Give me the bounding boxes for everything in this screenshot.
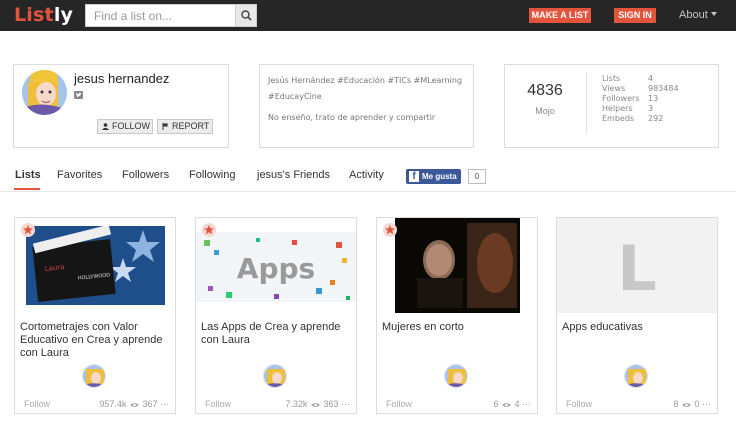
active-tab-indicator — [14, 188, 40, 190]
chevron-down-icon — [710, 12, 717, 16]
facebook-like-button[interactable]: f Me gusta — [406, 169, 461, 184]
profile-card: jesus hernandez FOLLOW REPORT — [13, 64, 229, 148]
stat-row: Helpers 3 — [602, 104, 654, 113]
featured-star-icon — [383, 223, 397, 237]
list-card[interactable]: Apps Las Apps de Crea y aprende con Laur… — [195, 217, 357, 414]
user-icon — [102, 123, 109, 130]
card-avatar[interactable] — [624, 364, 648, 388]
card-title[interactable]: Apps educativas — [562, 321, 712, 334]
stats-list: Lists 4 Views 983484 Followers 13 Helpers 3 … — [602, 74, 679, 124]
eye-icon — [129, 403, 139, 407]
stat-row: Followers 13 — [602, 94, 659, 103]
card-image: L — [557, 218, 717, 313]
tab-followers[interactable]: Followers — [122, 169, 169, 181]
more-icon[interactable]: ··· — [160, 399, 169, 409]
search-box — [85, 4, 257, 27]
sign-in-button[interactable]: SIGN IN — [614, 8, 656, 23]
profile-name: jesus hernandez — [74, 71, 170, 86]
report-button[interactable]: REPORT — [157, 119, 213, 134]
bio-card: Jesús Hernández #Educación #TICs #MLearn… — [259, 64, 474, 148]
card-avatar[interactable] — [82, 364, 106, 388]
list-card[interactable]: Mujeres en corto Follow 6 4 ··· — [376, 217, 538, 414]
card-letter: L — [617, 232, 657, 305]
eye-icon — [501, 403, 511, 407]
divider — [586, 72, 587, 134]
card-follow-link[interactable]: Follow — [205, 399, 231, 409]
list-card[interactable]: Laura HOLLYWOOD Cortometrajes con Valor … — [14, 217, 176, 414]
avatar[interactable] — [22, 70, 67, 115]
listly-logo[interactable]: Listly — [14, 4, 73, 26]
top-navbar: Listly MAKE A LIST SIGN IN About — [0, 0, 736, 31]
stats-card: 4836 Mojo Lists 4 Views 983484 Followers 13… — [504, 64, 719, 148]
tab-activity[interactable]: Activity — [349, 169, 384, 181]
stat-row: Views 983484 — [602, 84, 679, 93]
card-follow-link[interactable]: Follow — [386, 399, 412, 409]
tab-divider — [0, 191, 736, 192]
card-image: Apps — [196, 218, 356, 313]
search-button[interactable] — [235, 5, 256, 26]
featured-star-icon — [202, 223, 216, 237]
eye-icon — [310, 403, 320, 407]
card-image — [377, 218, 537, 313]
tab-following[interactable]: Following — [189, 169, 235, 181]
search-icon — [241, 10, 252, 21]
bio-text: No enseño, trato de aprender y compartir — [268, 113, 436, 122]
card-stats: 7.32k 363 ··· — [285, 399, 350, 409]
card-avatar[interactable] — [444, 364, 468, 388]
about-menu[interactable]: About — [679, 9, 717, 21]
follow-button[interactable]: FOLLOW — [97, 119, 153, 134]
bio-hashtags: Jesús Hernández #Educación #TICs #MLearn… — [268, 76, 463, 101]
more-icon[interactable]: ··· — [341, 399, 350, 409]
card-title[interactable]: Mujeres en corto — [382, 321, 532, 334]
mojo-label: Mojo — [535, 106, 555, 116]
card-image: Laura HOLLYWOOD — [15, 218, 175, 313]
card-stats: 957.4k 367 ··· — [99, 399, 169, 409]
card-stats: 6 4 ··· — [493, 399, 531, 409]
card-follow-link[interactable]: Follow — [24, 399, 50, 409]
card-title[interactable]: Cortometrajes con Valor Educativo en Cre… — [20, 321, 170, 360]
tab-lists[interactable]: Lists — [15, 169, 41, 181]
facebook-like-count: 0 — [468, 169, 486, 184]
search-input[interactable] — [86, 5, 236, 26]
flag-icon — [162, 123, 169, 130]
more-icon[interactable]: ··· — [522, 399, 531, 409]
more-icon[interactable]: ··· — [702, 399, 711, 409]
card-follow-link[interactable]: Follow — [566, 399, 592, 409]
tab-favorites[interactable]: Favorites — [57, 169, 102, 181]
mojo-value: 4836 — [527, 82, 563, 99]
twitter-icon[interactable] — [74, 91, 83, 99]
stat-row: Lists 4 — [602, 74, 654, 83]
featured-star-icon — [21, 223, 35, 237]
card-title[interactable]: Las Apps de Crea y aprende con Laura — [201, 321, 351, 347]
tab-friends[interactable]: jesus's Friends — [257, 169, 330, 181]
facebook-icon: f — [409, 171, 419, 182]
eye-icon — [681, 403, 691, 407]
svg-text:Apps: Apps — [237, 252, 315, 285]
card-stats: 8 0 ··· — [673, 399, 711, 409]
card-avatar[interactable] — [263, 364, 287, 388]
stat-row: Embeds 292 — [602, 114, 664, 123]
list-card[interactable]: L Apps educativas Follow 8 0 ··· — [556, 217, 718, 414]
make-a-list-button[interactable]: MAKE A LIST — [529, 8, 591, 23]
